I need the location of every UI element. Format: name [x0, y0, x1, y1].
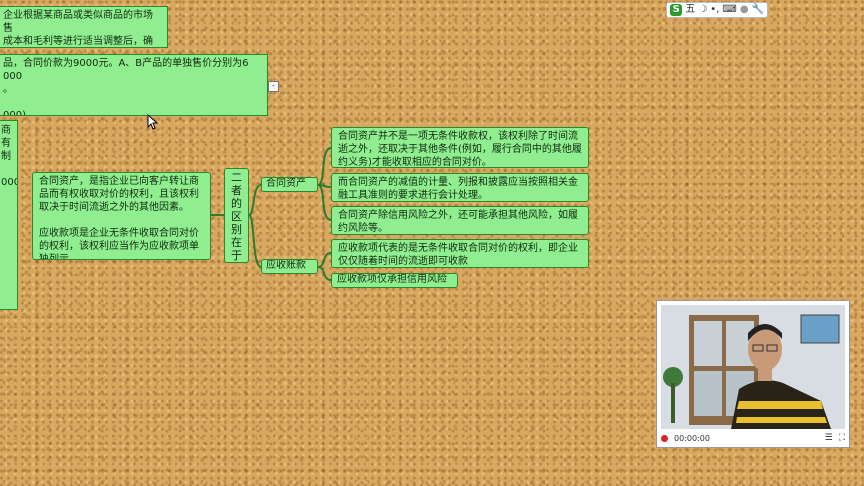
mindmap-leaf[interactable]: 应收款项仅承担信用风险 — [331, 273, 458, 288]
branch-label: 应收账款 — [266, 260, 306, 271]
mindmap-leaf[interactable]: 合同资产除信用风险之外，还可能承担其他风险，如履约风险等。 — [331, 206, 589, 235]
node-text: 企业根据某商品或类似商品的市场售 成本和毛利等进行适当调整后，确定 。 — [3, 10, 153, 47]
node-text: 品，合同价款为9000元。A、B产品的单独售价分别为6 000 。 000) 0… — [3, 58, 249, 116]
mouse-cursor-icon — [147, 114, 159, 130]
ime-logo-icon[interactable]: S — [670, 4, 683, 16]
wrench-icon[interactable]: 🔧 — [752, 3, 764, 17]
mindmap-node-left-edge[interactable]: 商 有 制 000 — [0, 120, 18, 310]
webcam-controls: 00:00:00 ☰ ⛶ — [657, 429, 849, 447]
ime-mode-label[interactable]: 五 — [685, 3, 695, 17]
moon-icon[interactable]: ☽ — [698, 3, 707, 17]
mindmap-branch-receivable[interactable]: 应收账款 — [261, 259, 318, 274]
mindmap-node-center[interactable]: 二 者 的 区 别 在 于 — [224, 168, 249, 263]
webcam-panel[interactable]: 00:00:00 ☰ ⛶ — [656, 300, 850, 448]
mindmap-leaf[interactable]: 合同资产并不是一项无条件收款权，该权利除了时间流逝之外，还取决于其他条件(例如，… — [331, 127, 589, 168]
branch-label: 合同资产 — [266, 178, 306, 189]
collapse-toggle-icon[interactable]: - — [268, 81, 279, 92]
leaf-text: 合同资产并不是一项无条件收款权，该权利除了时间流逝之外，还取决于其他条件(例如，… — [338, 131, 582, 168]
leaf-text: 合同资产除信用风险之外，还可能承担其他风险，如履约风险等。 — [338, 210, 578, 234]
ime-toolbar[interactable]: S 五 ☽ •, ⌨ ● 🔧 — [666, 2, 768, 18]
user-icon[interactable]: ● — [740, 3, 749, 17]
mindmap-node-pricing-method[interactable]: 企业根据某商品或类似商品的市场售 成本和毛利等进行适当调整后，确定 。 — [0, 6, 168, 48]
keyboard-icon[interactable]: ⌨ — [722, 3, 736, 17]
mindmap-node-definition[interactable]: 合同资产，是指企业已向客户转让商品而有权收取对价的权利，且该权利取决于时间流逝之… — [32, 172, 211, 260]
webcam-video — [661, 305, 845, 429]
mindmap-node-contract-price[interactable]: 品，合同价款为9000元。A、B产品的单独售价分别为6 000 。 000) 0… — [0, 54, 268, 116]
fullscreen-icon[interactable]: ⛶ — [839, 433, 845, 443]
node-text: 二 者 的 区 别 在 于 — [231, 171, 242, 262]
list-icon[interactable]: ☰ — [825, 433, 833, 443]
node-text: 合同资产，是指企业已向客户转让商品而有权收取对价的权利，且该权利取决于时间流逝之… — [39, 176, 199, 260]
node-text: 商 有 制 000 — [1, 125, 17, 188]
record-icon[interactable] — [661, 434, 668, 442]
mindmap-leaf[interactable]: 应收款项代表的是无条件收取合同对价的权利，即企业仅仅随着时间的流逝即可收款 — [331, 239, 589, 268]
leaf-text: 应收款项仅承担信用风险 — [337, 274, 447, 285]
leaf-text: 应收款项代表的是无条件收取合同对价的权利，即企业仅仅随着时间的流逝即可收款 — [338, 243, 578, 267]
webcam-time: 00:00:00 — [674, 433, 710, 443]
mindmap-leaf[interactable]: 而合同资产的减值的计量、列报和披露应当按照相关金融工具准则的要求进行会计处理。 — [331, 173, 589, 202]
leaf-text: 而合同资产的减值的计量、列报和披露应当按照相关金融工具准则的要求进行会计处理。 — [338, 177, 578, 201]
mindmap-branch-contract-asset[interactable]: 合同资产 — [261, 177, 318, 192]
punctuation-icon[interactable]: •, — [710, 3, 719, 17]
